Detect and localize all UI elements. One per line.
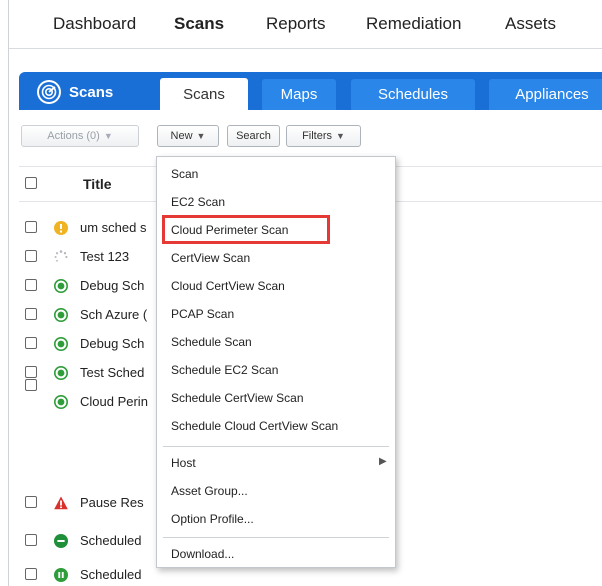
chevron-down-icon: ▼ xyxy=(196,131,206,141)
nav-dashboard[interactable]: Dashboard xyxy=(53,14,136,34)
actions-label: Actions (0) xyxy=(47,130,100,142)
row-title[interactable]: um sched s xyxy=(80,220,146,235)
menu-item-asset-group[interactable]: Asset Group... xyxy=(171,484,248,498)
actions-button[interactable]: Actions (0) ▼ xyxy=(21,125,139,147)
finished-icon xyxy=(54,337,68,351)
row-title[interactable]: Debug Sch xyxy=(80,278,144,293)
filters-button[interactable]: Filters ▼ xyxy=(286,125,361,147)
search-button[interactable]: Search xyxy=(227,125,280,147)
finished-icon xyxy=(54,395,68,409)
left-border xyxy=(8,0,9,586)
search-label: Search xyxy=(236,130,271,142)
select-all-checkbox[interactable] xyxy=(25,177,37,189)
nav-scans[interactable]: Scans xyxy=(174,14,224,34)
row-title[interactable]: Test 123 xyxy=(80,249,129,264)
nav-remediation[interactable]: Remediation xyxy=(366,14,461,34)
menu-item-schedule-ec2-scan[interactable]: Schedule EC2 Scan xyxy=(171,363,278,377)
menu-separator xyxy=(163,537,389,538)
row-checkbox[interactable] xyxy=(25,379,37,391)
menu-item-download[interactable]: Download... xyxy=(171,547,234,561)
new-label: New xyxy=(170,130,193,142)
menu-item-schedule-certview-scan[interactable]: Schedule CertView Scan xyxy=(171,391,304,405)
row-checkbox[interactable] xyxy=(25,337,37,349)
module-title-text: Scans xyxy=(69,83,114,101)
chevron-down-icon: ▼ xyxy=(103,131,113,141)
row-title[interactable]: Scheduled xyxy=(80,567,141,582)
menu-separator xyxy=(163,446,389,447)
loading-icon xyxy=(54,250,68,262)
row-checkbox[interactable] xyxy=(25,496,37,508)
scans-logo-icon xyxy=(37,80,61,104)
new-button[interactable]: New ▼ xyxy=(157,125,219,147)
finished-icon xyxy=(54,308,68,322)
row-checkbox[interactable] xyxy=(25,366,37,378)
tab-scans[interactable]: Scans xyxy=(160,78,248,111)
menu-item-pcap-scan[interactable]: PCAP Scan xyxy=(171,307,234,321)
menu-item-option-profile[interactable]: Option Profile... xyxy=(171,512,254,526)
warning-icon xyxy=(54,221,68,235)
row-checkbox[interactable] xyxy=(25,279,37,291)
chevron-down-icon: ▼ xyxy=(336,131,345,141)
row-title[interactable]: Test Sched xyxy=(80,365,144,380)
menu-item-scan[interactable]: Scan xyxy=(171,167,198,181)
paused-icon xyxy=(54,568,68,582)
nav-reports[interactable]: Reports xyxy=(266,14,326,34)
row-checkbox[interactable] xyxy=(25,221,37,233)
module-title: Scans xyxy=(37,80,113,104)
menu-item-ec2-scan[interactable]: EC2 Scan xyxy=(171,195,225,209)
column-title-header[interactable]: Title xyxy=(83,176,112,192)
row-checkbox[interactable] xyxy=(25,250,37,262)
tab-maps[interactable]: Maps xyxy=(262,79,336,110)
menu-item-host[interactable]: Host xyxy=(171,456,196,470)
menu-item-certview-scan[interactable]: CertView Scan xyxy=(171,251,250,265)
highlight-box xyxy=(162,215,330,244)
tab-appliances[interactable]: Appliances xyxy=(489,79,602,110)
finished-icon xyxy=(54,366,68,380)
row-title[interactable]: Cloud Perin xyxy=(80,394,148,409)
menu-item-schedule-scan[interactable]: Schedule Scan xyxy=(171,335,252,349)
tab-schedules[interactable]: Schedules xyxy=(351,79,475,110)
menu-item-cloud-certview-scan[interactable]: Cloud CertView Scan xyxy=(171,279,285,293)
scans-app: Dashboard Scans Reports Remediation Asse… xyxy=(0,0,602,586)
menu-item-schedule-cloud-certview-scan[interactable]: Schedule Cloud CertView Scan xyxy=(171,419,338,433)
row-title[interactable]: Debug Sch xyxy=(80,336,144,351)
finished-icon xyxy=(54,279,68,293)
filters-label: Filters xyxy=(302,130,333,142)
row-checkbox[interactable] xyxy=(25,534,37,546)
row-title[interactable]: Sch Azure ( xyxy=(80,307,147,322)
canceled-icon xyxy=(54,534,68,548)
submenu-arrow-icon: ▶ xyxy=(379,456,387,467)
row-title[interactable]: Scheduled xyxy=(80,533,141,548)
error-icon xyxy=(54,496,68,510)
top-navigation: Dashboard Scans Reports Remediation Asse… xyxy=(9,0,602,49)
row-checkbox[interactable] xyxy=(25,568,37,580)
row-title[interactable]: Pause Res xyxy=(80,495,144,510)
row-checkbox[interactable] xyxy=(25,308,37,320)
nav-assets[interactable]: Assets xyxy=(505,14,556,34)
